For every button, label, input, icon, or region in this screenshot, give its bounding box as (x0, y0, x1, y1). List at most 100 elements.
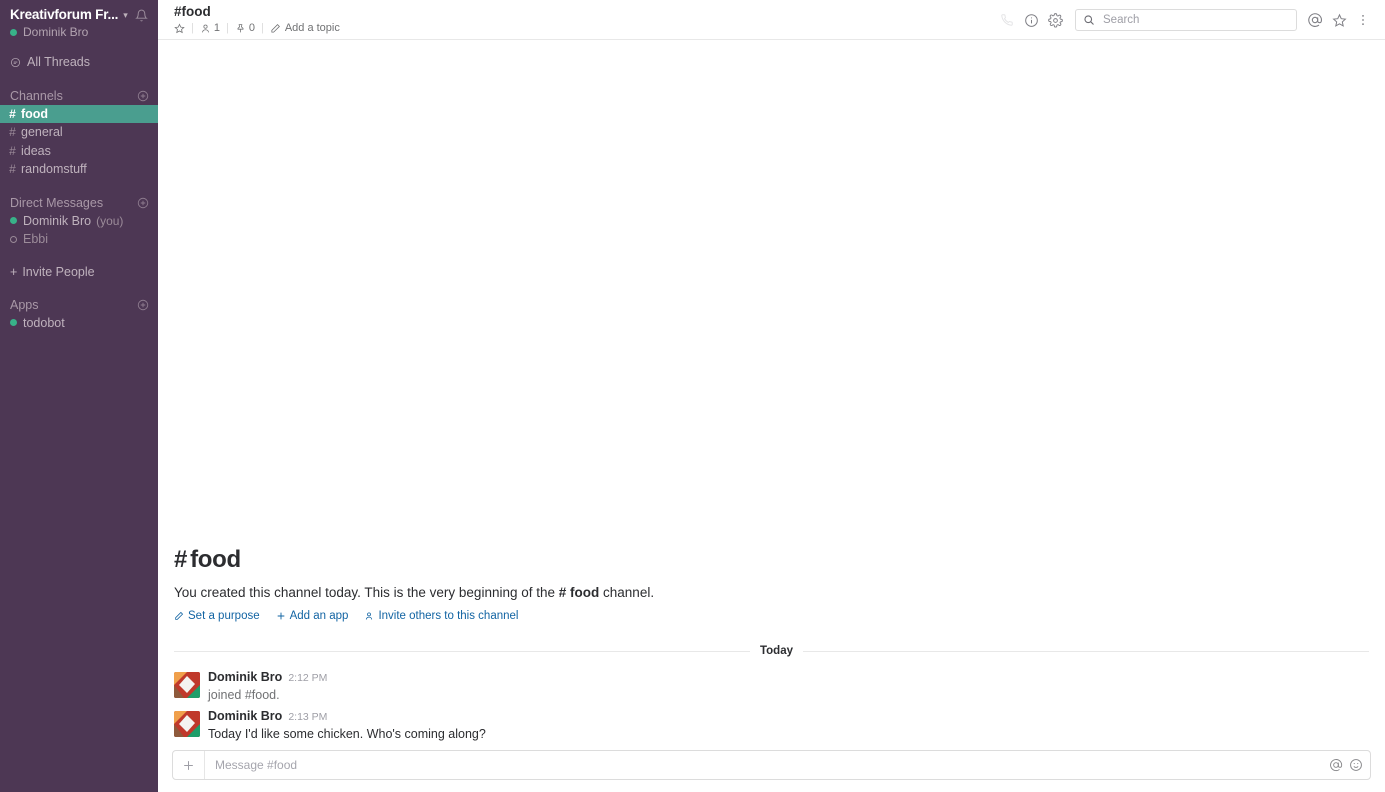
phone-icon[interactable] (995, 9, 1019, 31)
channel-intro-actions: Set a purpose Add an app Invite others t… (174, 610, 1369, 622)
channel-intro-text: You created this channel today. This is … (174, 584, 1369, 602)
pinned-count-button[interactable]: 0 (235, 22, 255, 34)
channel-label: food (21, 106, 49, 121)
add-topic-label: Add a topic (284, 22, 340, 34)
add-an-app-label: Add an app (289, 610, 349, 622)
channel-meta-row: | 1 | 0 | Add a topic (174, 22, 995, 34)
message-text: Today I'd like some chicken. Who's comin… (208, 727, 486, 741)
workspace-header[interactable]: Kreativforum Fr... ▾ Dominik Bro (0, 0, 158, 39)
add-app-plus-circle-icon[interactable] (137, 299, 149, 311)
sidebar-section-channels[interactable]: Channels (0, 87, 158, 105)
sidebar-item-channel-randomstuff[interactable]: # randomstuff (0, 160, 158, 179)
presence-dot-online (10, 28, 17, 36)
dm-you-suffix: (you) (96, 213, 124, 228)
channel-label: ideas (21, 143, 51, 158)
main-panel: #food | 1 | 0 | Add a topic Search # foo… (158, 0, 1385, 792)
message-body: Dominik Bro 2:12 PM joined #food. (208, 670, 1369, 703)
dm-section-label: Direct Messages (10, 195, 104, 210)
presence-dot-offline (10, 235, 17, 243)
presence-dot-online (10, 217, 17, 225)
message-timestamp: 2:13 PM (288, 711, 328, 723)
add-an-app-link[interactable]: Add an app (276, 610, 349, 622)
channel-intro: # food You created this channel today. Th… (158, 546, 1385, 622)
search-box[interactable] (1075, 9, 1297, 31)
sidebar-item-invite-people[interactable]: + Invite People (0, 263, 158, 281)
page-title: #food (174, 4, 211, 19)
dm-name: Ebbi (23, 232, 49, 247)
hash-icon: # (9, 106, 16, 121)
sidebar: Kreativforum Fr... ▾ Dominik Bro All Thr… (0, 0, 158, 792)
message-row[interactable]: Dominik Bro 2:13 PM Today I'd like some … (158, 707, 1385, 744)
channel-topbar: #food | 1 | 0 | Add a topic Search (158, 0, 1385, 40)
chevron-down-icon[interactable]: ▾ (123, 10, 128, 21)
divider-line-left (174, 650, 750, 652)
sidebar-item-dm-ebbi[interactable]: Ebbi (0, 230, 158, 249)
hash-icon: # (9, 143, 16, 158)
add-topic-button[interactable]: Add a topic (270, 22, 340, 34)
meta-divider: | (191, 22, 194, 34)
sidebar-item-dm-dominik-bro[interactable]: Dominik Bro (you) (0, 212, 158, 231)
add-dm-plus-circle-icon[interactable] (137, 197, 149, 209)
workspace-current-user[interactable]: Dominik Bro (10, 25, 149, 39)
plus-icon (276, 611, 286, 621)
message-body: Dominik Bro 2:13 PM Today I'd like some … (208, 709, 1369, 742)
bell-icon[interactable] (134, 9, 148, 22)
divider-line-right (803, 650, 1369, 652)
app-root: Kreativforum Fr... ▾ Dominik Bro All Thr… (0, 0, 1385, 792)
members-count-button[interactable]: 1 (200, 22, 220, 34)
invite-others-label: Invite others to this channel (378, 610, 519, 622)
message-row[interactable]: Dominik Bro 2:12 PM joined #food. (158, 668, 1385, 705)
sidebar-section-apps[interactable]: Apps (0, 296, 158, 314)
threads-icon (10, 57, 21, 68)
intro-channel-ref: # food (558, 585, 600, 600)
all-threads-label: All Threads (27, 55, 90, 70)
composer-icons (1329, 758, 1370, 772)
meta-divider: | (260, 22, 264, 34)
presence-dot-online (10, 319, 17, 327)
message-input[interactable] (205, 758, 1329, 772)
sidebar-section-direct-messages[interactable]: Direct Messages (0, 194, 158, 212)
pencil-icon (174, 611, 184, 621)
channel-label: general (21, 125, 63, 140)
plus-icon: + (10, 264, 18, 279)
hash-icon: # (9, 162, 16, 177)
sidebar-item-channel-food[interactable]: # food (0, 104, 158, 123)
composer-wrapper (158, 750, 1385, 792)
message-text: joined #food. (208, 688, 280, 702)
at-icon[interactable] (1329, 758, 1343, 772)
search-input[interactable] (1101, 13, 1289, 27)
person-icon (364, 611, 374, 621)
message-author[interactable]: Dominik Bro (208, 670, 282, 685)
hash-icon: # (9, 125, 16, 140)
set-a-purpose-link[interactable]: Set a purpose (174, 610, 260, 622)
sidebar-item-channel-ideas[interactable]: # ideas (0, 142, 158, 161)
sidebar-item-channel-general[interactable]: # general (0, 123, 158, 142)
channel-topbar-left: #food | 1 | 0 | Add a topic (174, 4, 995, 34)
intro-text-before: You created this channel today. This is … (174, 585, 555, 600)
star-channel-button[interactable] (174, 22, 185, 34)
invite-people-label: Invite People (22, 264, 95, 279)
info-circle-icon[interactable] (1019, 9, 1043, 31)
add-attachment-plus-icon[interactable] (173, 751, 205, 779)
invite-others-link[interactable]: Invite others to this channel (364, 610, 518, 622)
workspace-title-row[interactable]: Kreativforum Fr... ▾ (10, 7, 149, 22)
members-count: 1 (213, 22, 220, 34)
pinned-count: 0 (248, 22, 255, 34)
at-icon[interactable] (1303, 9, 1327, 31)
starred-items-star-icon[interactable] (1327, 9, 1351, 31)
channel-topbar-right (995, 4, 1375, 31)
gear-icon[interactable] (1043, 9, 1067, 31)
smiley-icon[interactable] (1349, 758, 1363, 772)
add-channel-plus-circle-icon[interactable] (137, 90, 149, 102)
sidebar-item-all-threads[interactable]: All Threads (0, 53, 158, 72)
intro-text-after: channel. (603, 585, 655, 600)
set-a-purpose-label: Set a purpose (188, 610, 260, 622)
channel-label: randomstuff (21, 162, 87, 177)
message-pane: # food You created this channel today. Th… (158, 40, 1385, 750)
sidebar-item-app-todobot[interactable]: todobot (0, 314, 158, 333)
avatar[interactable] (174, 672, 200, 698)
kebab-menu-icon[interactable] (1351, 9, 1375, 31)
message-composer[interactable] (172, 750, 1371, 780)
avatar[interactable] (174, 711, 200, 737)
message-author[interactable]: Dominik Bro (208, 709, 282, 724)
